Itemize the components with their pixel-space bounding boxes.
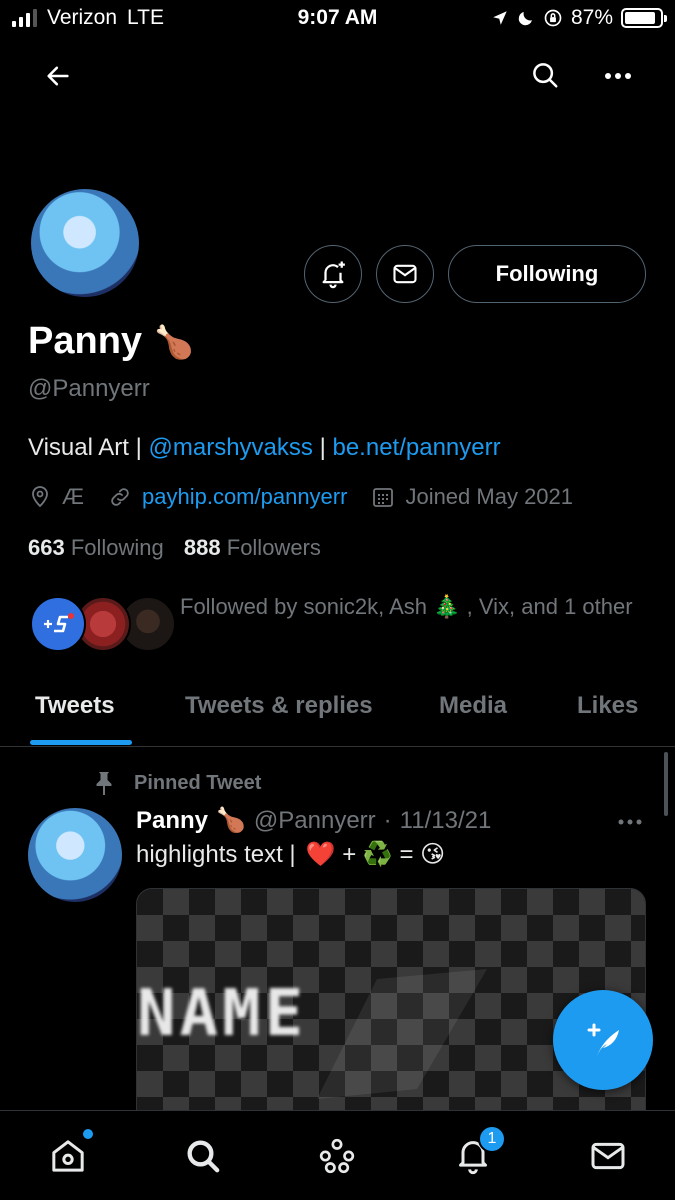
bottom-navigation: 1 <box>0 1110 675 1200</box>
profile-avatar[interactable] <box>28 186 142 300</box>
watermark-logo-icon <box>317 969 487 1099</box>
pinned-label-row: Pinned Tweet <box>92 770 261 796</box>
nav-search[interactable] <box>180 1133 226 1179</box>
tweet-emoji-sequence: ❤️ + ♻️ = 😘 <box>305 841 446 868</box>
spaces-icon <box>319 1138 355 1174</box>
pin-icon <box>96 772 112 795</box>
tabs-divider <box>0 746 675 747</box>
nav-home[interactable] <box>45 1129 93 1179</box>
calendar-icon <box>373 488 394 507</box>
tweet-body-text: highlights text | <box>136 840 296 868</box>
tweet-text: highlights text | ❤️ + ♻️ = 😘 <box>136 840 445 869</box>
more-horizontal-icon <box>618 819 642 825</box>
pinned-tweet-label: Pinned Tweet <box>134 771 262 794</box>
status-bar: Verizon LTE 9:07 AM 87% <box>0 0 675 40</box>
followers-count-link[interactable]: 888 Followers <box>184 535 321 560</box>
tweet-author-name[interactable]: Panny <box>136 807 208 835</box>
profile-name: Panny 🍗 <box>28 320 194 363</box>
bio-text: Visual Art | <box>28 434 149 461</box>
rotation-lock-icon <box>544 9 562 27</box>
bell-plus-icon <box>322 261 345 289</box>
following-button[interactable]: Following <box>448 245 646 303</box>
following-count-link[interactable]: 663 Following <box>28 535 164 560</box>
envelope-icon <box>591 1142 625 1170</box>
tweet-dot-separator: · <box>383 806 392 834</box>
display-name: Panny <box>28 320 143 362</box>
notification-badge: 1 <box>478 1125 506 1153</box>
arrow-left-icon <box>47 66 69 86</box>
profile-handle: @Pannyerr <box>28 375 150 402</box>
profile-meta: Æ payhip.com/pannyerr Joined May 2021 <box>28 484 573 510</box>
website-link[interactable]: payhip.com/pannyerr <box>142 484 347 510</box>
follower-avatar-1 <box>30 596 86 652</box>
tab-likes[interactable]: Likes <box>577 692 638 720</box>
sonic-logo-icon <box>44 613 74 633</box>
more-horizontal-icon <box>605 73 631 79</box>
location-pin-icon <box>32 486 48 508</box>
notifications-toggle-button[interactable] <box>304 245 362 303</box>
tweet-author-emoji: 🍗 <box>216 807 246 834</box>
location-text: Æ <box>62 484 84 509</box>
scrollbar[interactable] <box>664 752 668 816</box>
nav-notifications[interactable]: 1 <box>450 1125 506 1179</box>
joined-date: Joined May 2021 <box>405 484 574 509</box>
message-button[interactable] <box>376 245 434 303</box>
search-icon <box>533 63 558 88</box>
profile-bio: Visual Art | @marshyvakss | be.net/panny… <box>28 434 501 462</box>
tab-tweets-replies[interactable]: Tweets & replies <box>185 692 373 720</box>
followed-by-avatars[interactable] <box>30 596 176 654</box>
tab-media[interactable]: Media <box>439 692 507 720</box>
compose-tweet-button[interactable] <box>553 990 653 1090</box>
tab-tweets[interactable]: Tweets <box>35 692 115 720</box>
envelope-icon <box>393 264 417 284</box>
following-label: Following <box>70 535 164 560</box>
location-arrow-icon <box>493 11 507 25</box>
bio-separator: | <box>312 434 333 461</box>
tweet-author-handle: @Pannyerr <box>253 806 376 834</box>
battery-icon <box>621 8 667 28</box>
follow-counts: 663 Following 888 Followers <box>28 535 321 561</box>
bio-mention-link[interactable]: @marshyvakss <box>149 434 313 461</box>
nav-messages[interactable] <box>585 1133 631 1179</box>
moon-icon <box>518 12 532 26</box>
nav-spaces[interactable] <box>314 1133 360 1179</box>
search-button[interactable] <box>524 54 566 96</box>
following-count: 663 <box>28 535 65 560</box>
home-unread-dot <box>83 1129 93 1139</box>
tweet-more-button[interactable] <box>610 808 650 836</box>
profile-tabs: Tweets Tweets & replies Media Likes <box>0 680 675 746</box>
back-button[interactable] <box>38 56 78 96</box>
followed-by-text[interactable]: Followed by sonic2k, Ash 🎄 , Vix, and 1 … <box>180 590 640 624</box>
tweet-header: Panny 🍗 @Pannyerr · 11/13/21 <box>136 806 491 835</box>
status-right: 87% <box>491 6 667 30</box>
followers-label: Followers <box>226 535 321 560</box>
followers-count: 888 <box>183 535 221 560</box>
media-overlay-text: NAME <box>137 977 308 1051</box>
link-icon <box>111 488 129 506</box>
search-icon <box>187 1140 220 1173</box>
tweet-author-avatar[interactable] <box>28 808 122 902</box>
battery-percent: 87% <box>570 6 613 29</box>
name-emoji: 🍗 <box>154 323 194 360</box>
feather-plus-icon <box>587 1023 619 1056</box>
more-options-button[interactable] <box>598 56 638 96</box>
home-icon <box>52 1140 84 1172</box>
bio-url-link[interactable]: be.net/pannyerr <box>332 434 500 461</box>
active-tab-indicator <box>30 740 132 745</box>
tweet-date[interactable]: 11/13/21 <box>400 807 492 835</box>
